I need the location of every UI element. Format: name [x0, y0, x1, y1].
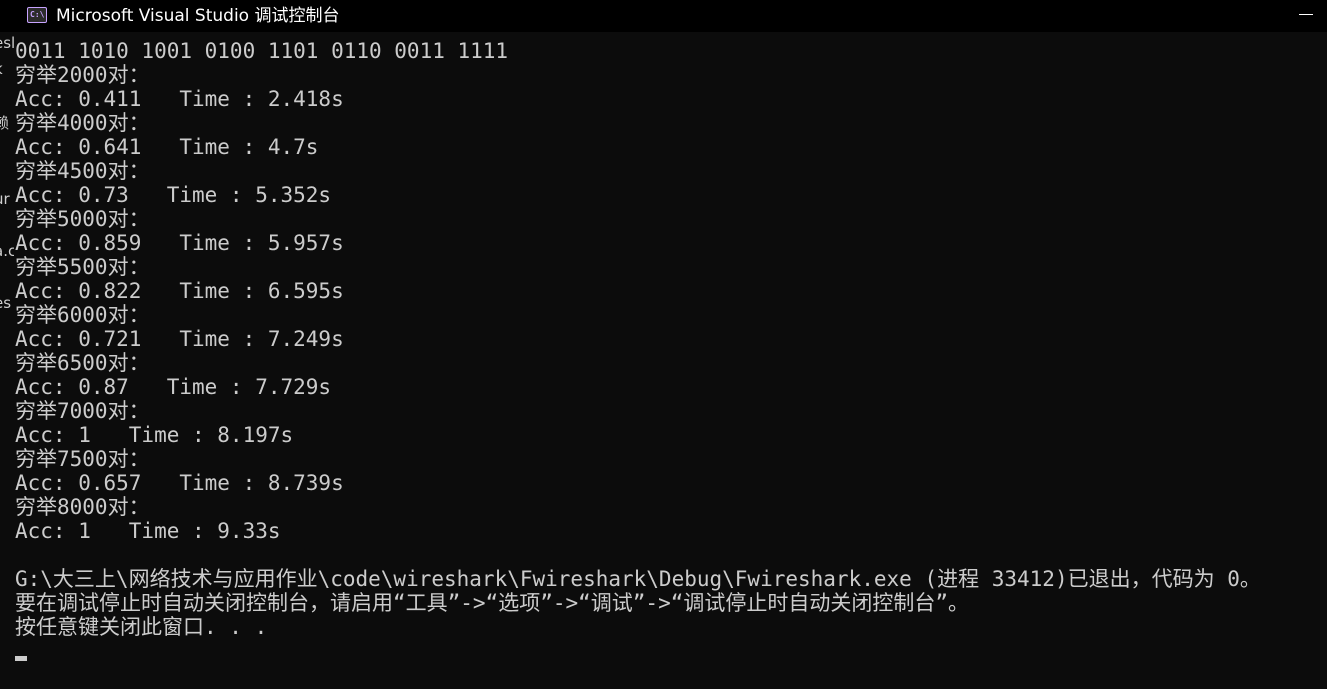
console-line: Acc: 0.721 Time : 7.249s — [15, 327, 344, 351]
console-line: Acc: 0.87 Time : 7.729s — [15, 375, 332, 399]
background-window-edge: 理 esl k 赖 ur a.c t es — [0, 0, 14, 689]
console-line: Acc: 1 Time : 8.197s — [15, 423, 294, 447]
background-text-fragment: k — [0, 60, 3, 78]
console-line: 穷举5000对： — [15, 207, 150, 231]
console-line: Acc: 0.641 Time : 4.7s — [15, 135, 319, 159]
console-line: 穷举8000对： — [15, 495, 150, 519]
background-text-fragment: es — [0, 294, 12, 312]
console-line: 0011 1010 1001 0100 1101 0110 0011 1111 — [15, 39, 509, 63]
console-line: Acc: 0.657 Time : 8.739s — [15, 471, 344, 495]
console-line: 要在调试停止时自动关闭控制台，请启用“工具”->“选项”->“调试”->“调试停… — [15, 591, 969, 615]
console-line: 按任意键关闭此窗口. . . — [15, 615, 268, 639]
console-line: G:\大三上\网络技术与应用作业\code\wireshark\Fwiresha… — [15, 567, 1261, 591]
title-bar[interactable]: C:\ Microsoft Visual Studio 调试控制台 — [0, 0, 1327, 32]
debug-console-window: 理 esl k 赖 ur a.c t es C:\ Microsoft Visu… — [0, 0, 1327, 689]
console-output[interactable]: 0011 1010 1001 0100 1101 0110 0011 1111 … — [15, 39, 1315, 639]
console-line: 穷举7000对： — [15, 399, 150, 423]
console-line: 穷举6500对： — [15, 351, 150, 375]
console-line: Acc: 0.73 Time : 5.352s — [15, 183, 332, 207]
window-title: Microsoft Visual Studio 调试控制台 — [56, 6, 340, 26]
console-line: Acc: 0.822 Time : 6.595s — [15, 279, 344, 303]
console-app-icon[interactable]: C:\ — [27, 7, 47, 23]
background-text-fragment: ur — [0, 190, 10, 208]
console-line: 穷举4000对： — [15, 111, 150, 135]
console-line: 穷举7500对： — [15, 447, 150, 471]
console-line: 穷举2000对： — [15, 63, 150, 87]
console-icon-label: C:\ — [30, 10, 45, 19]
console-line: 穷举4500对： — [15, 159, 150, 183]
background-text-fragment: a.c — [0, 242, 14, 260]
minimize-icon[interactable] — [1299, 14, 1313, 15]
background-text-fragment: 赖 — [0, 114, 10, 132]
console-line: 穷举6000对： — [15, 303, 150, 327]
text-cursor — [15, 656, 27, 661]
background-text-fragment: esl — [0, 34, 14, 52]
console-line: Acc: 0.411 Time : 2.418s — [15, 87, 344, 111]
console-line: Acc: 0.859 Time : 5.957s — [15, 231, 344, 255]
console-line: Acc: 1 Time : 9.33s — [15, 519, 281, 543]
console-line: 穷举5500对： — [15, 255, 150, 279]
